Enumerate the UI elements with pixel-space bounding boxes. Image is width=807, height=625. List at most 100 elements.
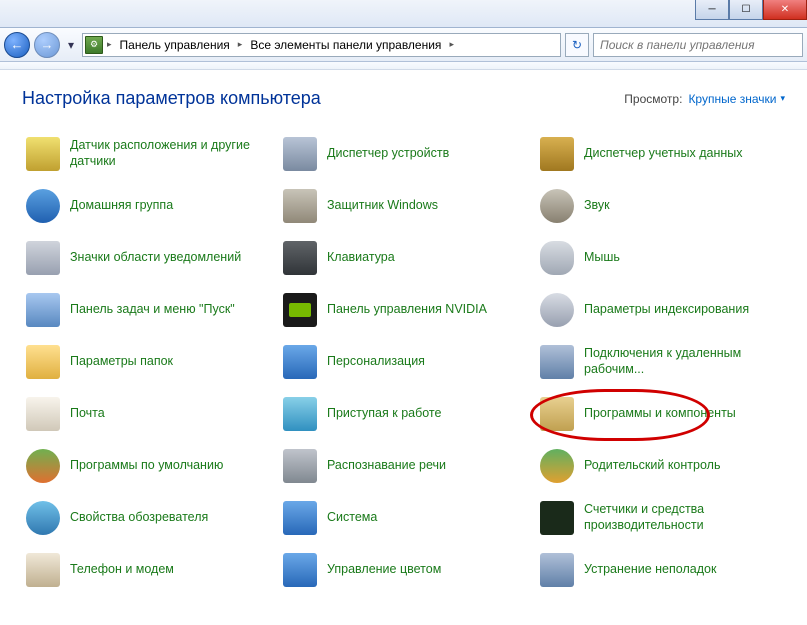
item-label: Счетчики и средства производительности <box>584 502 781 533</box>
item-label: Программы по умолчанию <box>70 458 223 474</box>
view-selector: Просмотр: Крупные значки ▾ <box>624 92 785 106</box>
title-bar: ─ ☐ ✕ <box>0 0 807 28</box>
item-label: Диспетчер устройств <box>327 146 449 162</box>
ic-progs-icon <box>540 397 574 431</box>
ic-getstart-icon <box>283 397 317 431</box>
content-area: Настройка параметров компьютера Просмотр… <box>0 70 807 601</box>
control-panel-item[interactable]: Домашняя группа <box>22 185 271 227</box>
item-label: Родительский контроль <box>584 458 720 474</box>
item-label: Свойства обозревателя <box>70 510 208 526</box>
control-panel-item[interactable]: Родительский контроль <box>536 445 785 487</box>
ic-mouse-icon <box>540 241 574 275</box>
ic-devmgr-icon <box>283 137 317 171</box>
item-label: Телефон и модем <box>70 562 174 578</box>
ic-inet-icon <box>26 501 60 535</box>
ic-index-icon <box>540 293 574 327</box>
item-label: Защитник Windows <box>327 198 438 214</box>
ic-creds-icon <box>540 137 574 171</box>
back-button[interactable]: ← <box>4 32 30 58</box>
control-panel-item[interactable]: Звук <box>536 185 785 227</box>
close-button[interactable]: ✕ <box>763 0 807 20</box>
control-panel-item[interactable]: Счетчики и средства производительности <box>536 497 785 539</box>
ic-speech-icon <box>283 449 317 483</box>
item-label: Мышь <box>584 250 620 266</box>
control-panel-item[interactable]: Программы по умолчанию <box>22 445 271 487</box>
forward-button[interactable]: → <box>34 32 60 58</box>
ic-defprogs-icon <box>26 449 60 483</box>
control-panel-item[interactable]: Датчик расположения и другие датчики <box>22 133 271 175</box>
control-panel-item[interactable]: Управление цветом <box>279 549 528 591</box>
control-panel-icon: ⚙ <box>85 36 103 54</box>
item-label: Датчик расположения и другие датчики <box>70 138 267 169</box>
ic-parent-icon <box>540 449 574 483</box>
breadcrumb-seg-control-panel[interactable]: Панель управления <box>116 34 234 56</box>
item-label: Персонализация <box>327 354 425 370</box>
item-label: Клавиатура <box>327 250 395 266</box>
chevron-down-icon: ▾ <box>780 93 785 104</box>
control-panel-item[interactable]: Распознавание речи <box>279 445 528 487</box>
ic-defender-icon <box>283 189 317 223</box>
ic-keyboard-icon <box>283 241 317 275</box>
maximize-button[interactable]: ☐ <box>729 0 763 20</box>
search-input[interactable] <box>593 33 803 57</box>
control-panel-item[interactable]: Панель задач и меню "Пуск" <box>22 289 271 331</box>
item-label: Звук <box>584 198 610 214</box>
ic-perf-icon <box>540 501 574 535</box>
view-dropdown[interactable]: Крупные значки ▾ <box>688 92 785 106</box>
control-panel-item[interactable]: Диспетчер устройств <box>279 133 528 175</box>
control-panel-item[interactable]: Защитник Windows <box>279 185 528 227</box>
ic-system-icon <box>283 501 317 535</box>
control-panel-item[interactable]: Мышь <box>536 237 785 279</box>
item-label: Распознавание речи <box>327 458 446 474</box>
control-panel-item[interactable]: Клавиатура <box>279 237 528 279</box>
breadcrumb-seg-all-items[interactable]: Все элементы панели управления <box>246 34 445 56</box>
ic-nvidia-icon <box>283 293 317 327</box>
ic-homegrp-icon <box>26 189 60 223</box>
item-label: Параметры папок <box>70 354 173 370</box>
ic-trouble-icon <box>540 553 574 587</box>
control-panel-item[interactable]: Система <box>279 497 528 539</box>
control-panel-item[interactable]: Персонализация <box>279 341 528 383</box>
control-panel-item[interactable]: Подключения к удаленным рабочим... <box>536 341 785 383</box>
item-label: Почта <box>70 406 105 422</box>
refresh-button[interactable]: ↻ <box>565 33 589 57</box>
control-panel-item[interactable]: Почта <box>22 393 271 435</box>
control-panel-item[interactable]: Панель управления NVIDIA <box>279 289 528 331</box>
item-label: Программы и компоненты <box>584 406 736 422</box>
item-label: Значки области уведомлений <box>70 250 241 266</box>
control-panel-item[interactable]: Параметры папок <box>22 341 271 383</box>
control-panel-item[interactable]: Программы и компоненты <box>536 393 785 435</box>
item-label: Устранение неполадок <box>584 562 716 578</box>
control-panel-item[interactable]: Свойства обозревателя <box>22 497 271 539</box>
window-controls: ─ ☐ ✕ <box>695 0 807 20</box>
ic-tray-icon <box>26 241 60 275</box>
chevron-right-icon[interactable]: ▸ <box>447 39 456 50</box>
item-label: Панель задач и меню "Пуск" <box>70 302 235 318</box>
ic-sensor-icon <box>26 137 60 171</box>
chevron-right-icon[interactable]: ▸ <box>236 39 245 50</box>
toolbar-separator <box>0 62 807 70</box>
header-row: Настройка параметров компьютера Просмотр… <box>22 88 785 109</box>
minimize-button[interactable]: ─ <box>695 0 729 20</box>
ic-taskbar-icon <box>26 293 60 327</box>
control-panel-item[interactable]: Значки области уведомлений <box>22 237 271 279</box>
history-dropdown[interactable]: ▾ <box>64 38 78 52</box>
ic-sound-icon <box>540 189 574 223</box>
item-label: Панель управления NVIDIA <box>327 302 487 318</box>
control-panel-item[interactable]: Устранение неполадок <box>536 549 785 591</box>
control-panel-item[interactable]: Диспетчер учетных данных <box>536 133 785 175</box>
ic-folder-icon <box>26 345 60 379</box>
ic-personal-icon <box>283 345 317 379</box>
item-label: Приступая к работе <box>327 406 441 422</box>
address-bar[interactable]: ⚙ ▸ Панель управления ▸ Все элементы пан… <box>82 33 561 57</box>
item-label: Подключения к удаленным рабочим... <box>584 346 781 377</box>
chevron-right-icon[interactable]: ▸ <box>105 39 114 50</box>
items-grid: Датчик расположения и другие датчики Дисп… <box>22 133 785 591</box>
item-label: Диспетчер учетных данных <box>584 146 743 162</box>
page-title: Настройка параметров компьютера <box>22 88 321 109</box>
control-panel-item[interactable]: Телефон и модем <box>22 549 271 591</box>
control-panel-item[interactable]: Приступая к работе <box>279 393 528 435</box>
item-label: Управление цветом <box>327 562 441 578</box>
view-value: Крупные значки <box>688 92 776 106</box>
control-panel-item[interactable]: Параметры индексирования <box>536 289 785 331</box>
